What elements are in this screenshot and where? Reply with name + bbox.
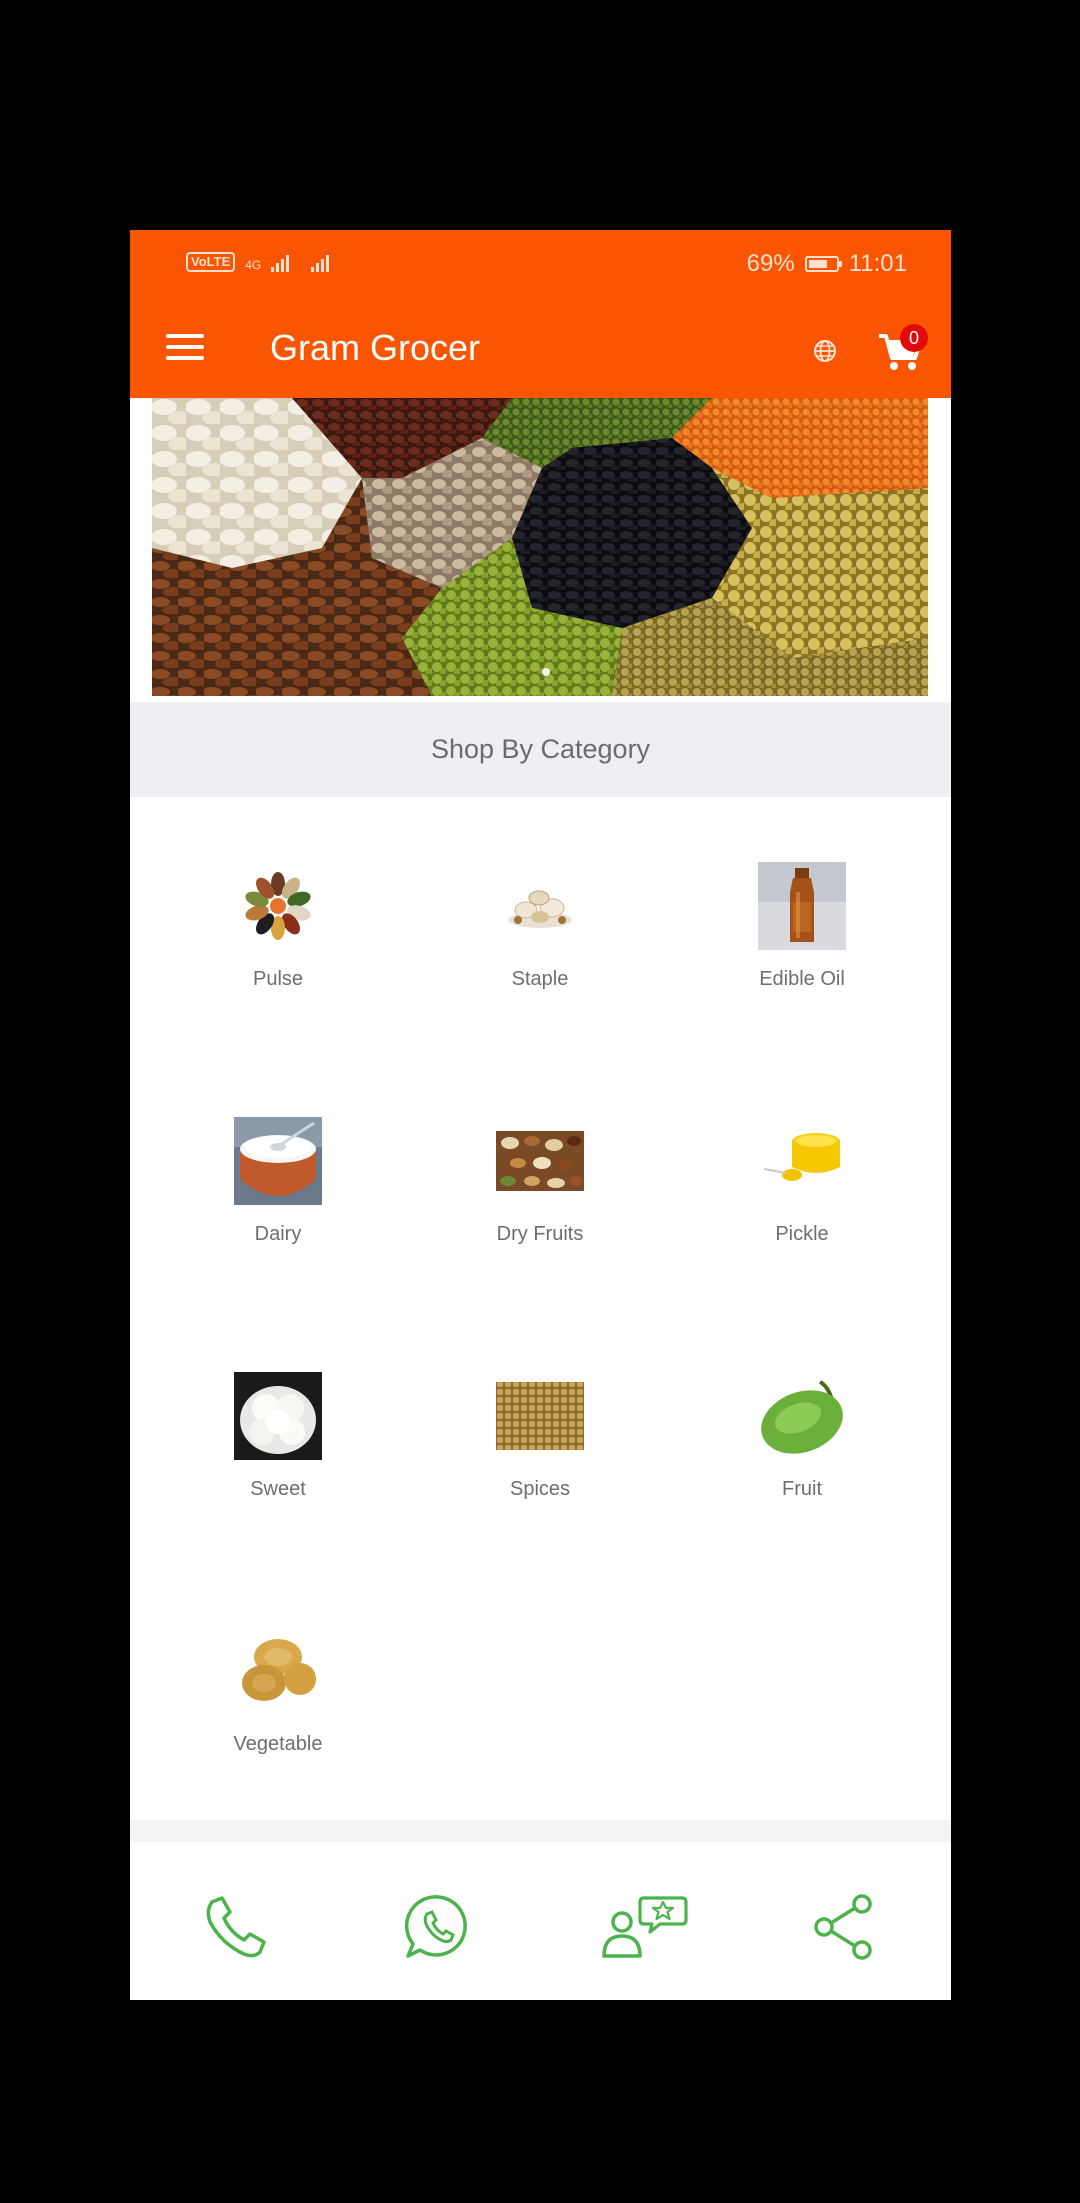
status-bar: VoLTE 4G 69% 11:01 [130,230,951,302]
category-label: Dairy [254,1223,302,1245]
edible-oil-image [758,862,846,950]
bottom-action-bar [130,1842,951,2000]
app-bar: VoLTE 4G 69% 11:01 Gram Grocer 0 [130,230,951,398]
sweet-image [234,1372,322,1460]
category-dairy[interactable]: Dairy [158,1117,398,1287]
feedback-icon[interactable] [600,1892,690,1962]
whatsapp-icon[interactable] [403,1892,473,1962]
staple-image [496,862,584,950]
pickle-image [758,1117,846,1205]
app-screen: VoLTE 4G 69% 11:01 Gram Grocer 0 Shop By… [130,230,951,2000]
bottom-divider [130,1820,951,1842]
category-label: Pulse [252,968,304,990]
pulse-image [234,862,322,950]
fruit-image [758,1372,846,1460]
menu-icon[interactable] [166,334,204,364]
signal-icon-2 [311,255,330,272]
category-dry-fruits[interactable]: Dry Fruits [420,1117,660,1287]
category-label: Sweet [250,1478,306,1500]
vegetable-image [234,1627,322,1715]
category-label: Spices [509,1478,571,1500]
dry-fruits-image [496,1117,584,1205]
banner-image[interactable] [152,398,928,696]
volte-badge: VoLTE [186,252,236,272]
category-header: Shop By Category [130,702,951,797]
spices-image [496,1372,584,1460]
category-spices[interactable]: Spices [420,1372,660,1542]
battery-percent: 69% [746,250,795,277]
category-pickle[interactable]: Pickle [682,1117,922,1287]
status-left: VoLTE 4G [186,252,330,272]
category-staple[interactable]: Staple [420,862,660,1032]
app-title: Gram Grocer [270,327,481,368]
phone-icon[interactable] [200,1892,270,1962]
category-label: Dry Fruits [496,1223,584,1245]
banner-indicator-dot[interactable] [542,668,550,676]
signal-icon [271,255,290,272]
dairy-image [234,1117,322,1205]
clock: 11:01 [848,250,907,277]
category-pulse[interactable]: Pulse [158,862,398,1032]
network-type: 4G [245,258,262,272]
category-fruit[interactable]: Fruit [682,1372,922,1542]
battery-icon [804,256,842,272]
globe-icon[interactable] [810,336,840,366]
cart-count-badge: 0 [900,324,928,352]
category-label: Edible Oil [759,968,845,990]
category-label: Staple [511,968,569,990]
category-edible-oil[interactable]: Edible Oil [682,862,922,1032]
category-sweet[interactable]: Sweet [158,1372,398,1542]
status-right: 69% 11:01 [747,250,907,278]
share-icon[interactable] [810,1892,880,1962]
category-label: Fruit [782,1478,822,1500]
category-vegetable[interactable]: Vegetable [158,1627,398,1797]
category-label: Pickle [775,1223,829,1245]
category-label: Vegetable [233,1733,323,1755]
category-section-title: Shop By Category [430,734,651,764]
